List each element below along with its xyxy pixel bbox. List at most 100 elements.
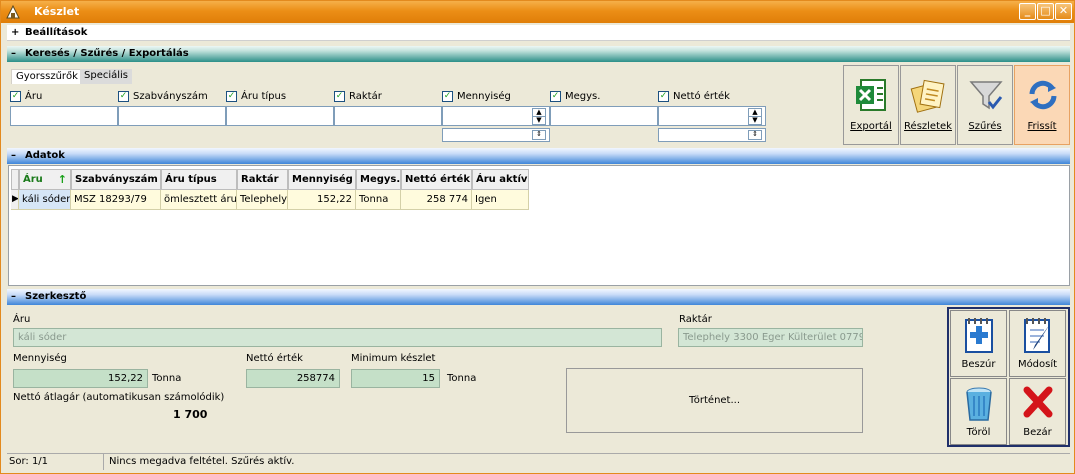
insert-label: Beszúr	[961, 359, 996, 370]
row-indicator-header	[11, 169, 19, 190]
netto-ertek-field[interactable]: 258774	[246, 369, 340, 388]
expand-icon: +	[11, 27, 20, 38]
close-button[interactable]: Bezár	[1009, 378, 1066, 445]
editor-section-label: Szerkesztő	[25, 291, 87, 302]
column-header-netto-ertek[interactable]: Nettó érték	[401, 169, 472, 190]
netto-atlagar-value: 1 700	[173, 408, 208, 421]
filter-input-szabvanyszam[interactable]	[118, 106, 226, 126]
maximize-button[interactable]: □	[1037, 3, 1054, 20]
filter-checkbox-aru[interactable]: ✓	[10, 91, 21, 102]
column-header-aru-tipus[interactable]: Áru típus	[161, 169, 237, 190]
minimum-keszlet-label: Minimum készlet	[351, 353, 436, 364]
funnel-icon	[969, 81, 1003, 110]
cell-aru-aktiv[interactable]: Igen	[472, 190, 529, 210]
spin-down-icon[interactable]: ▼	[532, 116, 546, 125]
filter-label-megys: Megys.	[565, 91, 601, 102]
column-header-szabvanyszam[interactable]: Szabványszám	[71, 169, 161, 190]
excel-icon	[856, 79, 886, 111]
raktar-field[interactable]: Telephely 3300 Eger Külterület 0779/	[678, 328, 863, 347]
status-message: Nincs megadva feltétel. Szűrés aktív.	[109, 456, 295, 467]
spin-updown-icon[interactable]: ⇕	[748, 130, 762, 140]
modify-button[interactable]: Módosít	[1009, 310, 1066, 377]
status-bar: Sor: 1/1 Nincs megadva feltétel. Szűrés …	[7, 453, 1070, 470]
edit-notepad-icon	[1024, 318, 1050, 353]
modify-label: Módosít	[1017, 359, 1058, 370]
column-header-mennyiseg[interactable]: Mennyiség	[288, 169, 356, 190]
close-window-button[interactable]: ✕	[1055, 3, 1072, 20]
filter-checkbox-szabvanyszam[interactable]: ✓	[118, 91, 129, 102]
raktar-label: Raktár	[679, 314, 712, 325]
row-pointer-icon: ▶	[11, 190, 19, 210]
mennyiseg-field[interactable]: 152,22	[13, 369, 148, 388]
details-button[interactable]: Részletek	[900, 65, 956, 145]
cell-megys[interactable]: Tonna	[356, 190, 401, 210]
column-header-raktar[interactable]: Raktár	[237, 169, 288, 190]
cell-raktar[interactable]: Telephely	[237, 190, 288, 210]
filter-label-mennyiseg: Mennyiség	[457, 91, 511, 102]
settings-section-label: Beállítások	[25, 27, 88, 38]
tab-special[interactable]: Speciális	[80, 69, 133, 84]
filter-input-aru[interactable]	[10, 106, 118, 126]
filter-label-szabvanyszam: Szabványszám	[133, 91, 208, 102]
data-section-header[interactable]: – Adatok	[7, 148, 1070, 164]
minimum-keszlet-field[interactable]: 15	[351, 369, 440, 388]
window: Készlet _ □ ✕ + Beállítások – Keresés / Sz…	[0, 0, 1075, 474]
export-button[interactable]: Exportál	[843, 65, 899, 145]
netto-ertek-label: Nettó érték	[246, 353, 303, 364]
column-header-aru[interactable]: Áru ↑	[19, 169, 71, 190]
details-label: Részletek	[904, 121, 952, 132]
export-label: Exportál	[850, 121, 892, 132]
history-button[interactable]: Történet...	[566, 368, 863, 433]
cell-aru-tipus[interactable]: ömlesztett áru	[161, 190, 237, 210]
filter-label: Szűrés	[968, 121, 1002, 132]
cell-netto-ertek[interactable]: 258 774	[401, 190, 472, 210]
collapse-icon: –	[11, 48, 16, 59]
cell-aru[interactable]: káli sóder	[19, 190, 71, 210]
cell-szabvanyszam[interactable]: MSZ 18293/79	[71, 190, 161, 210]
filter-label-netto-ertek: Nettó érték	[673, 91, 730, 102]
editor-section-header[interactable]: – Szerkesztő	[7, 289, 1070, 305]
filter-checkbox-mennyiseg[interactable]: ✓	[442, 91, 453, 102]
minimize-button[interactable]: _	[1019, 3, 1036, 20]
status-row-count: Sor: 1/1	[7, 454, 104, 470]
window-title: Készlet	[34, 5, 80, 18]
settings-section-header[interactable]: + Beállítások	[7, 25, 1070, 41]
filter-input-aru-tipus[interactable]	[226, 106, 334, 126]
filter-checkbox-megys[interactable]: ✓	[550, 91, 561, 102]
tab-quick-filters[interactable]: Gyorsszűrők	[11, 69, 83, 84]
search-section-header[interactable]: – Keresés / Szűrés / Exportálás	[7, 46, 1070, 62]
filter-label-raktar: Raktár	[349, 91, 382, 102]
spin-updown-icon[interactable]: ⇕	[532, 130, 546, 140]
column-header-megys[interactable]: Megys.	[356, 169, 401, 190]
insert-button[interactable]: Beszúr	[950, 310, 1007, 377]
filter-checkbox-aru-tipus[interactable]: ✓	[226, 91, 237, 102]
delete-button[interactable]: Töröl	[950, 378, 1007, 445]
documents-icon	[910, 79, 945, 113]
aru-label: Áru	[13, 314, 31, 325]
refresh-button[interactable]: Frissít	[1014, 65, 1070, 145]
filter-button[interactable]: Szűrés	[957, 65, 1013, 145]
refresh-icon	[1029, 80, 1057, 110]
aru-field[interactable]: káli sóder	[13, 328, 662, 347]
red-x-icon	[1023, 386, 1053, 418]
minimum-keszlet-unit: Tonna	[447, 373, 477, 384]
column-header-aru-aktiv[interactable]: Áru aktív	[472, 169, 529, 190]
delete-label: Töröl	[966, 427, 991, 438]
title-bar[interactable]: Készlet _ □ ✕	[1, 1, 1074, 23]
data-grid[interactable]: Áru ↑ Szabványszám Áru típus Raktár Menn…	[8, 165, 1070, 286]
filter-input-megys[interactable]	[550, 106, 658, 126]
spin-down-icon[interactable]: ▼	[748, 116, 762, 125]
sort-ascending-icon: ↑	[57, 173, 67, 186]
filter-checkbox-netto-ertek[interactable]: ✓	[658, 91, 669, 102]
mennyiseg-unit: Tonna	[152, 373, 182, 384]
filter-checkbox-raktar[interactable]: ✓	[334, 91, 345, 102]
cell-mennyiseg[interactable]: 152,22	[288, 190, 356, 210]
app-icon[interactable]	[5, 4, 21, 20]
close-label: Bezár	[1023, 427, 1052, 438]
filter-input-raktar[interactable]	[334, 106, 442, 126]
search-section-label: Keresés / Szűrés / Exportálás	[25, 48, 189, 59]
column-header-label: Áru	[23, 174, 43, 185]
mennyiseg-label: Mennyiség	[13, 353, 67, 364]
refresh-label: Frissít	[1027, 121, 1057, 132]
recycle-bin-icon	[966, 387, 992, 421]
